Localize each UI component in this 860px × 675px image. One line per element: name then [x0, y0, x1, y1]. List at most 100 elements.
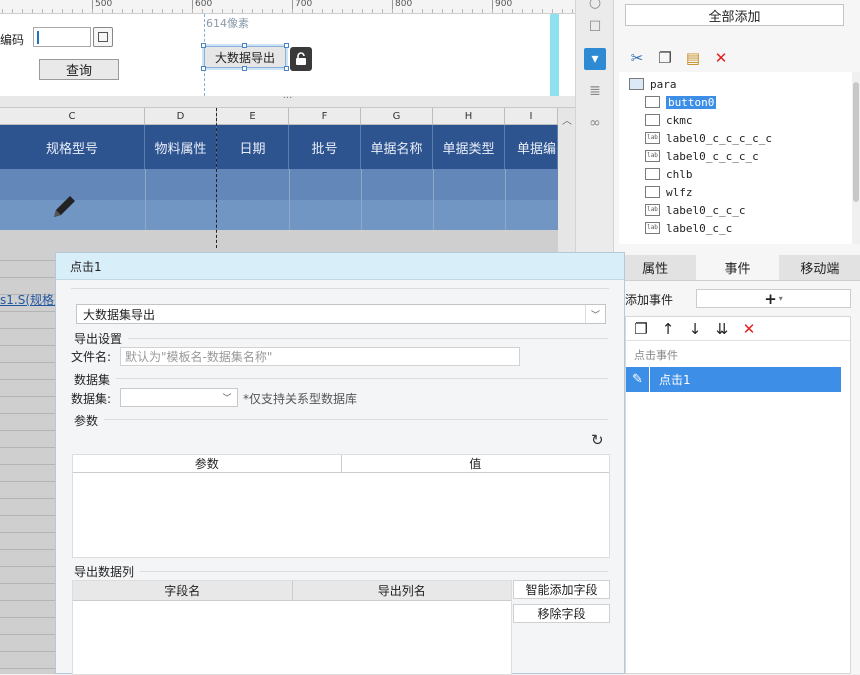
tree-item[interactable]: button0	[645, 93, 717, 111]
link-icon[interactable]: ∞	[584, 112, 606, 134]
tree-item[interactable]: chlb	[645, 165, 693, 183]
row-line	[0, 362, 56, 363]
copy-icon[interactable]: ❐	[656, 49, 674, 67]
resize-handle[interactable]	[201, 43, 206, 48]
column-header-h[interactable]: H	[433, 108, 505, 125]
filename-input[interactable]: 默认为"模板名-数据集名称"	[120, 347, 520, 366]
layers-icon[interactable]: ≣	[584, 80, 606, 102]
header-cell[interactable]: 规格型号	[0, 125, 145, 169]
ruler-minor-tick	[222, 9, 223, 13]
param-column-header: 参数	[194, 457, 219, 471]
column-header-g[interactable]: G	[361, 108, 433, 125]
row-line	[0, 396, 56, 397]
lock-icon[interactable]	[290, 47, 312, 71]
ruler-minor-tick	[182, 9, 183, 13]
column-header-c[interactable]: C	[0, 108, 145, 125]
field-icon	[645, 186, 660, 198]
dataset-select[interactable]: ﹀	[120, 388, 238, 407]
tab-mobile[interactable]: 移动端	[779, 255, 860, 280]
tree-item[interactable]: lab label0_c_c	[645, 219, 732, 237]
ruler-minor-tick	[572, 9, 573, 13]
widget-icon[interactable]: ▾	[584, 48, 606, 70]
field-name-column-header: 字段名	[164, 584, 201, 598]
ruler-minor-tick	[82, 9, 83, 13]
export-columns-table[interactable]: 字段名 导出列名	[72, 580, 512, 675]
tree-item[interactable]: lab label0_c_c_c_c_c	[645, 129, 772, 147]
column-header-e[interactable]: E	[217, 108, 289, 125]
remove-field-button[interactable]: 移除字段	[513, 604, 610, 623]
chevron-down-icon[interactable]: ﹀	[585, 305, 605, 323]
resize-handle[interactable]	[242, 66, 247, 71]
ruler-minor-tick	[302, 9, 303, 13]
table-row[interactable]	[0, 200, 558, 230]
arrow-down-icon[interactable]: ↓	[686, 320, 704, 338]
tab-properties[interactable]: 属性	[614, 255, 696, 280]
widget-tree[interactable]: para button0 ckmc lab label0_c_c_c_c_c lab la…	[619, 72, 852, 244]
text-caret	[37, 31, 39, 44]
header-cell[interactable]: 单据名称	[361, 125, 433, 169]
header-cell[interactable]: 日期	[217, 125, 289, 169]
delete-icon[interactable]: ✕	[712, 49, 730, 67]
smart-add-field-button[interactable]: 智能添加字段	[513, 580, 610, 599]
pane-splitter[interactable]: ···	[0, 94, 575, 108]
event-item[interactable]: ✎ 点击1	[626, 367, 841, 392]
chevron-down-icon: ▾	[778, 294, 783, 303]
ruler-minor-tick	[152, 9, 153, 13]
ruler-minor-tick	[172, 9, 173, 13]
tree-item[interactable]: ckmc	[645, 111, 693, 129]
header-cell[interactable]: 物料属性	[145, 125, 217, 169]
toolbar-top-icon[interactable]: ○	[584, 0, 606, 14]
header-cell[interactable]: 批号	[289, 125, 361, 169]
column-drag-guide	[216, 108, 217, 248]
scroll-up-icon[interactable]: ︿	[562, 112, 572, 127]
params-table[interactable]: 参数 值	[72, 454, 610, 558]
tree-scrollbar[interactable]	[852, 72, 860, 244]
query-button[interactable]: 查询	[39, 59, 119, 80]
add-event-button[interactable]: + ▾	[696, 289, 851, 308]
code-input[interactable]	[33, 27, 91, 47]
arrow-up-icon[interactable]: ↑	[659, 320, 677, 338]
divider	[128, 338, 608, 339]
refresh-icon[interactable]: ↻	[591, 431, 604, 449]
edit-icon[interactable]: ✎	[626, 367, 650, 392]
resize-handle[interactable]	[201, 66, 206, 71]
divider	[140, 571, 608, 572]
ruler-minor-tick	[382, 9, 383, 13]
paste-icon[interactable]: ▤	[684, 49, 702, 67]
header-cell[interactable]: 单据类型	[433, 125, 505, 169]
picker-icon[interactable]	[93, 27, 113, 47]
resize-handle[interactable]	[284, 43, 289, 48]
tree-item[interactable]: wlfz	[645, 183, 693, 201]
tree-item[interactable]: lab label0_c_c_c_c	[645, 147, 759, 165]
row-line	[0, 379, 56, 380]
row-line	[0, 668, 56, 669]
add-all-button[interactable]: 全部添加	[625, 4, 844, 26]
resize-handle[interactable]	[284, 66, 289, 71]
row-line	[0, 464, 56, 465]
event-toolbar: ❐ ↑ ↓ ⇊ ✕	[626, 317, 850, 341]
tree-root[interactable]: para	[629, 75, 677, 93]
delete-icon[interactable]: ✕	[740, 320, 758, 338]
divider	[116, 378, 608, 379]
ruler-minor-tick	[262, 9, 263, 13]
chevron-down-icon[interactable]: ﹀	[217, 389, 237, 406]
square-icon[interactable]: ☐	[584, 16, 606, 38]
row-line	[0, 498, 56, 499]
ruler-minor-tick	[342, 9, 343, 13]
copy-icon[interactable]: ❐	[632, 320, 650, 338]
ruler-label: 600	[195, 0, 213, 9]
ruler-minor-tick	[162, 9, 163, 13]
resize-handle[interactable]	[242, 43, 247, 48]
column-header-d[interactable]: D	[145, 108, 217, 125]
header-cell[interactable]: 单据编号	[505, 125, 558, 169]
column-header-i[interactable]: I	[505, 108, 558, 125]
tab-events[interactable]: 事件	[696, 255, 779, 280]
tree-item[interactable]: lab label0_c_c_c	[645, 201, 745, 219]
grid-line	[505, 169, 506, 230]
move-bottom-icon[interactable]: ⇊	[713, 320, 731, 338]
cut-icon[interactable]: ✂	[628, 49, 646, 67]
big-data-export-button[interactable]: 大数据导出	[202, 44, 288, 70]
column-header-f[interactable]: F	[289, 108, 361, 125]
table-row[interactable]	[0, 169, 558, 200]
action-select[interactable]: 大数据集导出 ﹀	[76, 304, 606, 324]
